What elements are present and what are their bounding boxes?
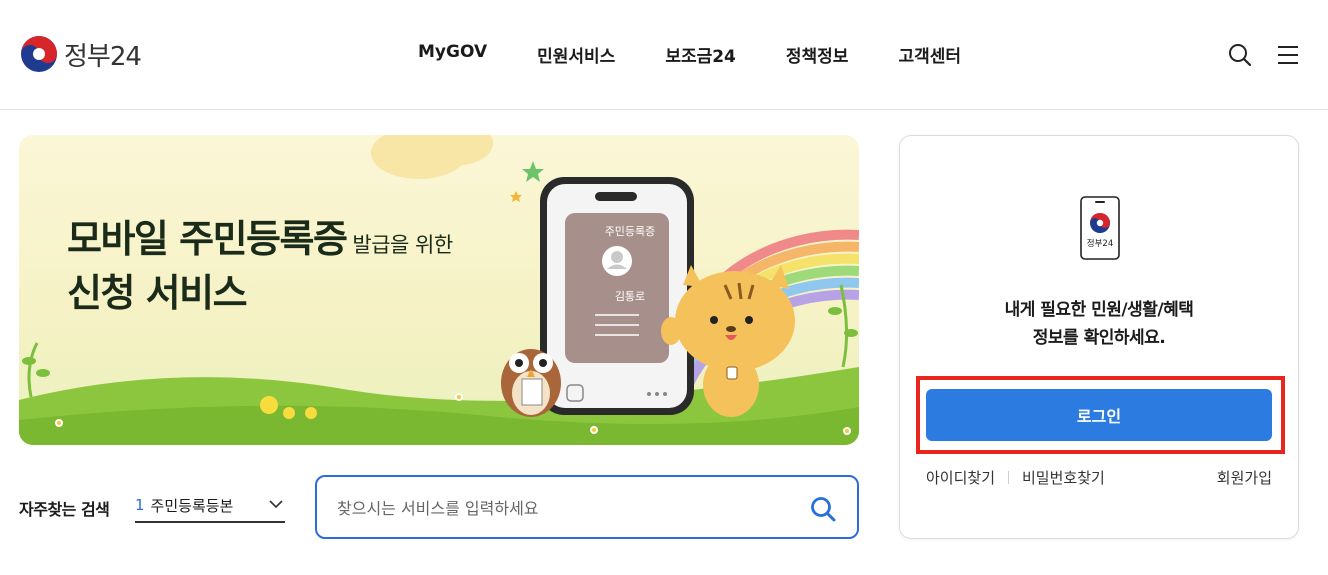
banner-title-line1: 모바일 주민등록증 — [67, 217, 348, 261]
signup-link[interactable]: 회원가입 — [1217, 467, 1272, 488]
main-nav: MyGOV 민원서비스 보조금24 정책정보 고객센터 — [418, 42, 1011, 67]
promo-banner[interactable]: 모바일 주민등록증 발급을 위한 신청 서비스 주민등록증 김통로 — [19, 135, 859, 445]
banner-title: 모바일 주민등록증 발급을 위한 신청 서비스 — [67, 215, 453, 317]
nav-customer-center[interactable]: 고객센터 — [898, 42, 961, 67]
banner-title-line1-small: 발급을 위한 — [352, 233, 453, 257]
login-message-line2: 정보를 확인하세요. — [1032, 328, 1166, 348]
login-message: 내게 필요한 민원/생활/혜택 정보를 확인하세요. — [900, 296, 1298, 352]
nav-mygov[interactable]: MyGOV — [418, 42, 487, 67]
link-divider — [1008, 471, 1009, 484]
nav-subsidy24[interactable]: 보조금24 — [665, 42, 736, 67]
search-submit-icon[interactable] — [809, 495, 837, 523]
gov24-phone-icon: 정부24 — [1080, 196, 1120, 260]
login-panel: 정부24 내게 필요한 민원/생활/혜택 정보를 확인하세요. 로그인 아이디찾… — [899, 135, 1299, 539]
id-card-label: 주민등록증 — [604, 225, 656, 238]
nav-civil-service[interactable]: 민원서비스 — [537, 42, 615, 67]
taegeuk-icon — [21, 36, 57, 72]
frequent-search-value: 주민등록등본 — [150, 496, 234, 515]
phone-icon-label: 정부24 — [1087, 238, 1113, 249]
site-header: 정부24 MyGOV 민원서비스 보조금24 정책정보 고객센터 — [0, 0, 1328, 110]
gov24-logo[interactable]: 정부24 — [20, 35, 142, 73]
login-button[interactable]: 로그인 — [926, 389, 1272, 441]
search-icon[interactable] — [1227, 42, 1253, 68]
id-card-name: 김통로 — [614, 290, 646, 303]
frequent-search-dropdown[interactable]: 1 주민등록등본 — [135, 489, 285, 523]
login-message-line1: 내게 필요한 민원/생활/혜택 — [1004, 300, 1194, 320]
banner-title-line2: 신청 서비스 — [67, 271, 248, 315]
service-search-input[interactable] — [337, 495, 797, 521]
frequent-search-label: 자주찾는 검색 — [19, 500, 110, 519]
chevron-down-icon — [269, 500, 283, 509]
login-links: 아이디찾기 비밀번호찾기 회원가입 — [926, 467, 1272, 489]
find-id-link[interactable]: 아이디찾기 — [926, 467, 995, 488]
logo-text: 정부24 — [64, 41, 142, 72]
nav-policy-info[interactable]: 정책정보 — [786, 42, 849, 67]
frequent-search-rank: 1 — [135, 496, 145, 514]
service-search-box — [315, 475, 859, 539]
hamburger-menu-icon[interactable] — [1276, 44, 1300, 66]
find-password-link[interactable]: 비밀번호찾기 — [1022, 467, 1105, 488]
